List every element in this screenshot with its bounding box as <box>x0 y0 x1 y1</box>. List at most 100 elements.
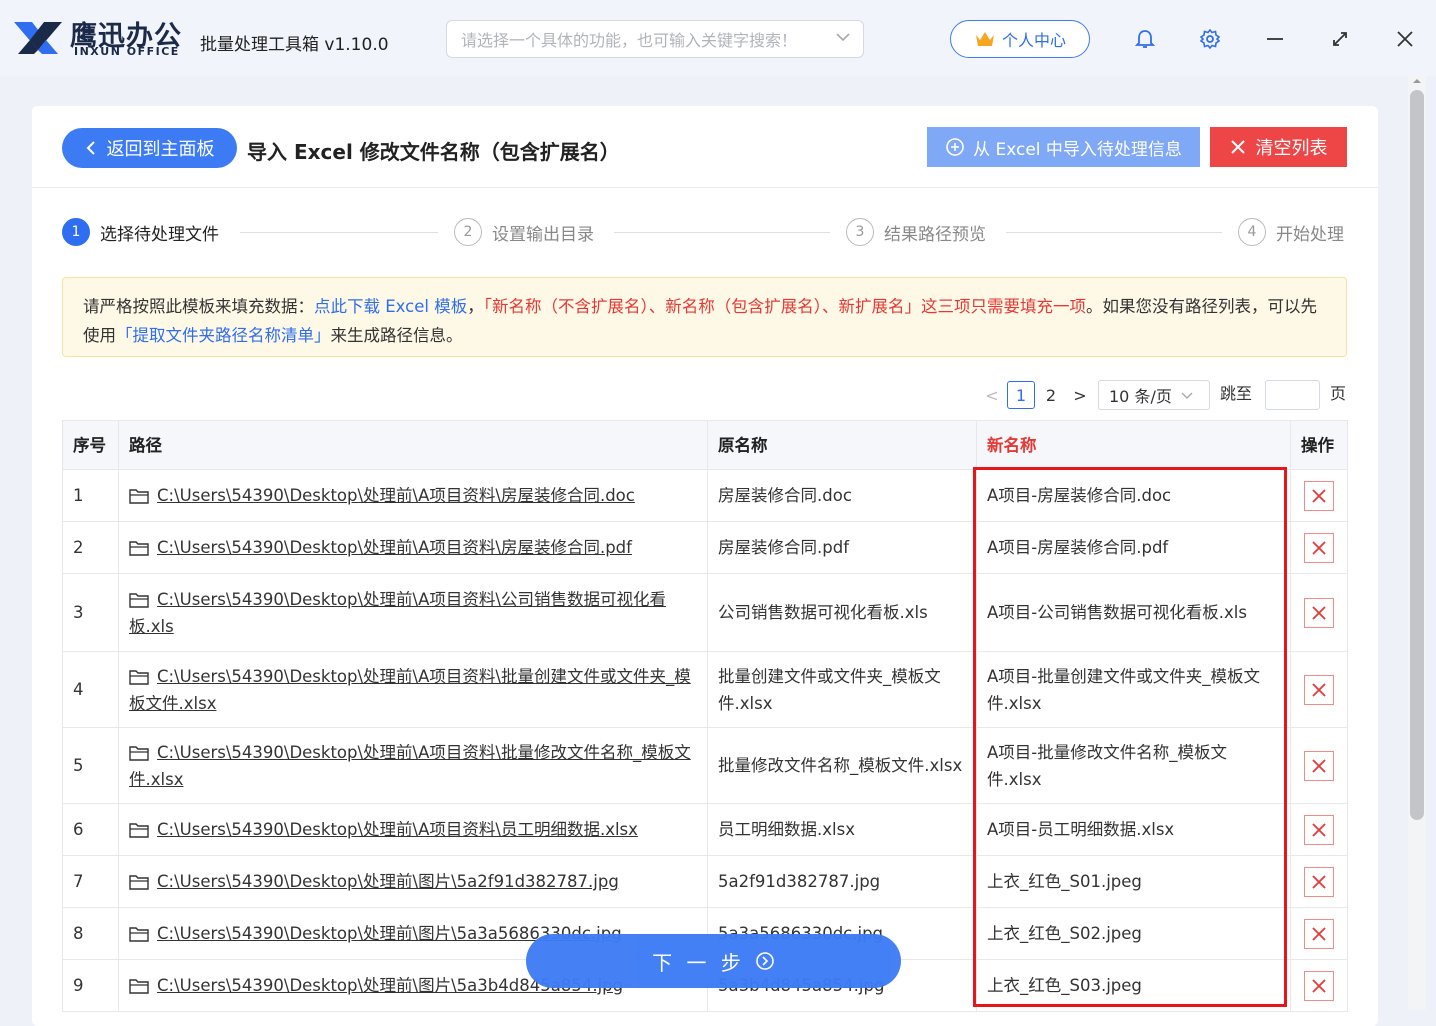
row-index: 8 <box>62 907 119 960</box>
chevron-down-icon[interactable] <box>835 29 851 45</box>
file-path-link[interactable]: C:\Users\54390\Desktop\处理前\A项目资料\房屋装修合同.… <box>157 486 635 505</box>
close-icon <box>1230 140 1245 154</box>
search-box[interactable] <box>446 20 864 58</box>
row-action <box>1290 855 1348 908</box>
delete-x-icon <box>1312 540 1326 555</box>
notice-warning: 「新名称（不含扩展名）、新名称（包含扩展名）、新扩展名」这三项只需要填充一项 <box>483 297 1086 316</box>
brand-name-en: INXUN OFFICE <box>74 45 180 58</box>
row-path: C:\Users\54390\Desktop\处理前\A项目资料\房屋装修合同.… <box>118 521 708 574</box>
import-from-excel-button[interactable]: 从 Excel 中导入待处理信息 <box>927 127 1200 167</box>
table-row: 3 C:\Users\54390\Desktop\处理前\A项目资料\公司销售数据… <box>62 573 1348 652</box>
delete-x-icon <box>1312 682 1326 697</box>
row-new-name: A项目-批量创建文件或文件夹_模板文件.xlsx <box>976 651 1291 728</box>
row-action <box>1290 651 1348 728</box>
delete-x-icon <box>1312 758 1326 773</box>
page-2-button[interactable]: 2 <box>1037 381 1065 409</box>
step-number: 2 <box>454 218 482 246</box>
gear-icon[interactable] <box>1199 28 1221 50</box>
row-new-name: A项目-批量修改文件名称_模板文件.xlsx <box>976 727 1291 804</box>
file-path-link[interactable]: C:\Users\54390\Desktop\处理前\图片\5a2f91d382… <box>157 872 619 891</box>
header-divider <box>32 187 1378 188</box>
row-new-name: A项目-房屋装修合同.doc <box>976 469 1291 522</box>
delete-row-button[interactable] <box>1304 532 1334 563</box>
row-action <box>1290 521 1348 574</box>
goto-page-input[interactable] <box>1265 380 1320 410</box>
file-path-link[interactable]: C:\Users\54390\Desktop\处理前\A项目资料\员工明细数据.… <box>157 820 638 839</box>
chevron-left-icon <box>86 141 95 155</box>
page-size-select[interactable]: 10 条/页 <box>1098 380 1210 410</box>
row-index: 2 <box>62 521 119 574</box>
user-center-label: 个人中心 <box>1001 31 1066 50</box>
step-connector <box>1006 232 1222 233</box>
delete-row-button[interactable] <box>1304 674 1334 705</box>
row-new-name: 上衣_红色_S03.jpeg <box>976 959 1291 1012</box>
maximize-icon[interactable] <box>1329 28 1351 50</box>
row-index: 6 <box>62 803 119 856</box>
row-original-name: 房屋装修合同.pdf <box>707 521 977 574</box>
page-1-button[interactable]: 1 <box>1007 381 1035 409</box>
header-original-name: 原名称 <box>707 420 977 470</box>
minimize-icon[interactable] <box>1264 28 1286 50</box>
delete-x-icon <box>1312 488 1326 503</box>
clear-label: 清空列表 <box>1255 138 1328 159</box>
scroll-thumb[interactable] <box>1410 90 1424 820</box>
delete-row-button[interactable] <box>1304 970 1334 1001</box>
row-index: 3 <box>62 573 119 652</box>
row-original-name: 5a2f91d382787.jpg <box>707 855 977 908</box>
file-path-link[interactable]: C:\Users\54390\Desktop\处理前\A项目资料\批量修改文件名… <box>129 743 691 789</box>
bell-icon[interactable] <box>1134 28 1156 50</box>
close-window-icon[interactable] <box>1394 28 1416 50</box>
delete-x-icon <box>1312 605 1326 620</box>
page-size-value: 10 条/页 <box>1109 387 1172 406</box>
search-input[interactable] <box>459 28 833 52</box>
folder-icon <box>129 979 149 994</box>
user-center-button[interactable]: 个人中心 <box>950 20 1090 58</box>
file-path-link[interactable]: C:\Users\54390\Desktop\处理前\A项目资料\房屋装修合同.… <box>157 538 632 557</box>
back-to-main-button[interactable]: 返回到主面板 <box>62 128 237 168</box>
clear-list-button[interactable]: 清空列表 <box>1210 127 1347 167</box>
folder-icon <box>129 875 149 890</box>
folder-icon <box>129 669 149 685</box>
row-path: C:\Users\54390\Desktop\处理前\A项目资料\批量修改文件名… <box>118 727 708 804</box>
delete-row-button[interactable] <box>1304 750 1334 781</box>
page-suffix: 页 <box>1330 384 1347 403</box>
row-path: C:\Users\54390\Desktop\处理前\A项目资料\公司销售数据可… <box>118 573 708 652</box>
header-action: 操作 <box>1290 420 1348 470</box>
table-row: 5 C:\Users\54390\Desktop\处理前\A项目资料\批量修改文件… <box>62 727 1348 804</box>
table-row: 7 C:\Users\54390\Desktop\处理前\图片\5a2f91d38… <box>62 855 1348 908</box>
row-original-name: 批量创建文件或文件夹_模板文件.xlsx <box>707 651 977 728</box>
back-label: 返回到主面板 <box>106 139 215 160</box>
file-path-link[interactable]: C:\Users\54390\Desktop\处理前\A项目资料\批量创建文件或… <box>129 667 691 713</box>
download-template-link[interactable]: 点此下载 Excel 模板 <box>314 297 467 316</box>
step-connector <box>614 232 830 233</box>
next-page-button[interactable]: > <box>1066 381 1094 409</box>
instruction-notice: 请严格按照此模板来填充数据：点此下载 Excel 模板，「新名称（不含扩展名）、… <box>62 277 1347 357</box>
delete-x-icon <box>1312 978 1326 993</box>
row-original-name: 批量修改文件名称_模板文件.xlsx <box>707 727 977 804</box>
scrollbar[interactable] <box>1408 76 1426 1010</box>
next-step-button[interactable]: 下 一 步 <box>526 934 901 988</box>
title-bar: 鹰迅办公 INXUN OFFICE 批量处理工具箱 v1.10.0 个人中心 <box>0 0 1436 76</box>
row-new-name: 上衣_红色_S02.jpeg <box>976 907 1291 960</box>
folder-icon <box>129 927 149 942</box>
delete-x-icon <box>1312 822 1326 837</box>
delete-row-button[interactable] <box>1304 597 1334 628</box>
delete-x-icon <box>1312 926 1326 941</box>
prev-page-button[interactable]: < <box>978 381 1006 409</box>
delete-row-button[interactable] <box>1304 480 1334 511</box>
row-original-name: 公司销售数据可视化看板.xls <box>707 573 977 652</box>
delete-row-button[interactable] <box>1304 866 1334 897</box>
row-action <box>1290 959 1348 1012</box>
chevron-right-circle-icon <box>756 952 774 970</box>
step-number: 4 <box>1238 218 1266 246</box>
file-path-link[interactable]: C:\Users\54390\Desktop\处理前\A项目资料\公司销售数据可… <box>129 590 666 636</box>
table-row: 1 C:\Users\54390\Desktop\处理前\A项目资料\房屋装修合同… <box>62 469 1348 522</box>
delete-row-button[interactable] <box>1304 814 1334 845</box>
row-path: C:\Users\54390\Desktop\处理前\A项目资料\员工明细数据.… <box>118 803 708 856</box>
scroll-up-icon[interactable] <box>1412 76 1422 86</box>
step-2: 2 设置输出目录 <box>454 218 594 246</box>
delete-row-button[interactable] <box>1304 918 1334 949</box>
extract-path-tool-link[interactable]: 「提取文件夹路径名称清单」 <box>116 326 331 345</box>
notice-text: ， <box>467 297 484 316</box>
row-path: C:\Users\54390\Desktop\处理前\图片\5a2f91d382… <box>118 855 708 908</box>
